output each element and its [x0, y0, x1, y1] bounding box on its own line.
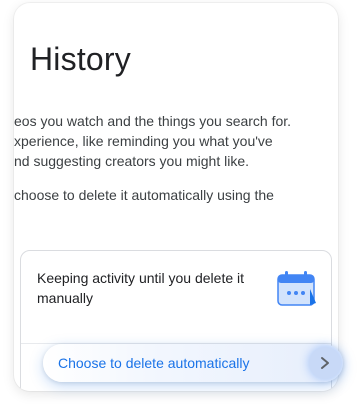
choose-auto-delete-button[interactable]: Choose to delete automatically	[43, 344, 343, 382]
description-line: nd suggesting creators you might like.	[14, 153, 250, 169]
description-line: xperience, like reminding you what you'v…	[14, 133, 273, 149]
choose-auto-delete-label: Choose to delete automatically	[58, 355, 250, 371]
activity-status-text: Keeping activity until you delete it man…	[37, 270, 245, 306]
description-line: eos you watch and the things you search …	[14, 113, 292, 129]
auto-delete-description: choose to delete it automatically using …	[14, 187, 274, 203]
chevron-right-icon	[309, 347, 341, 379]
history-description: eos you watch and the things you search …	[14, 111, 324, 171]
page-title: History	[30, 41, 131, 77]
history-settings-card: History eos you watch and the things you…	[14, 3, 338, 391]
calendar-icon	[277, 271, 316, 306]
screen: History eos you watch and the things you…	[0, 0, 357, 404]
